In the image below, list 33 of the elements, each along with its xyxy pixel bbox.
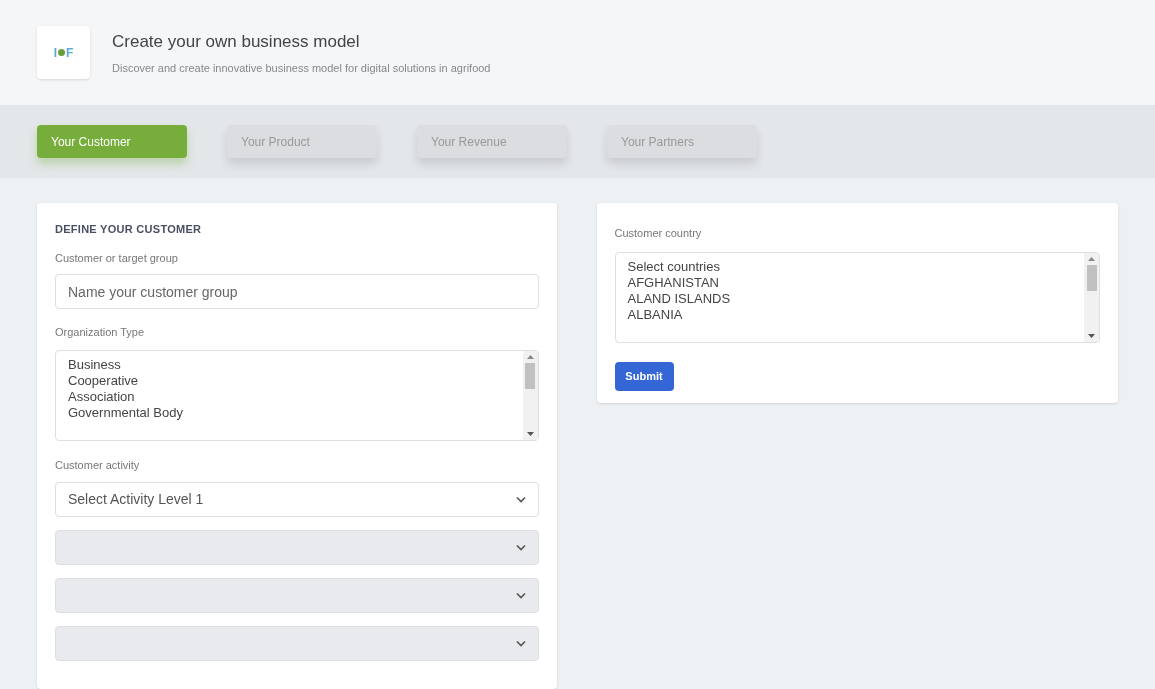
field-label: Customer or target group (55, 250, 179, 266)
list-option[interactable]: Governmental Body (68, 404, 511, 421)
customer-group-field[interactable]: Name your customer group (55, 274, 539, 309)
submit-button[interactable]: Submit (614, 361, 674, 391)
activity-select[interactable]: Select Activity Level 1 (55, 482, 539, 517)
scroll-thumb[interactable] (525, 362, 535, 389)
chevron-down-icon (515, 544, 526, 551)
list-option[interactable]: AFGHANISTAN (627, 274, 1072, 291)
list-option[interactable]: ALAND ISLANDS (627, 290, 1072, 307)
scrollbar[interactable] (1084, 252, 1099, 342)
chevron-down-icon (515, 496, 526, 503)
field-label: Organization Type (55, 325, 146, 340)
field-label: Customer activity (55, 457, 141, 473)
list-option[interactable]: Business (68, 356, 511, 373)
list-option[interactable]: ALBANIA (627, 306, 1072, 323)
page-title: Create your own business model (112, 30, 361, 53)
scroll-down-icon[interactable] (1088, 333, 1095, 338)
section-heading: DEFINE YOUR CUSTOMER (55, 222, 203, 237)
country-list[interactable]: Select countries AFGHANISTAN ALAND ISLANDS ALBANIA (614, 251, 1100, 343)
scrollbar[interactable] (522, 350, 538, 440)
list-option[interactable]: Cooperative (68, 372, 511, 389)
field-label: Customer country (614, 226, 703, 241)
logo: I F (37, 26, 90, 79)
chevron-down-icon (515, 592, 526, 599)
list-option[interactable]: Select countries (627, 258, 1072, 275)
chevron-down-icon (515, 640, 526, 647)
page-subtitle: Discover and create innovative business model for digital solutions in agrifood (112, 61, 491, 76)
scroll-down-icon[interactable] (526, 431, 534, 436)
organization-type-list[interactable]: Business Cooperative Association Governmental Body (55, 349, 539, 441)
scroll-up-icon[interactable] (1088, 256, 1095, 261)
list-option[interactable]: Association (68, 388, 511, 405)
scroll-thumb[interactable] (1086, 264, 1097, 291)
scroll-up-icon[interactable] (526, 354, 534, 359)
